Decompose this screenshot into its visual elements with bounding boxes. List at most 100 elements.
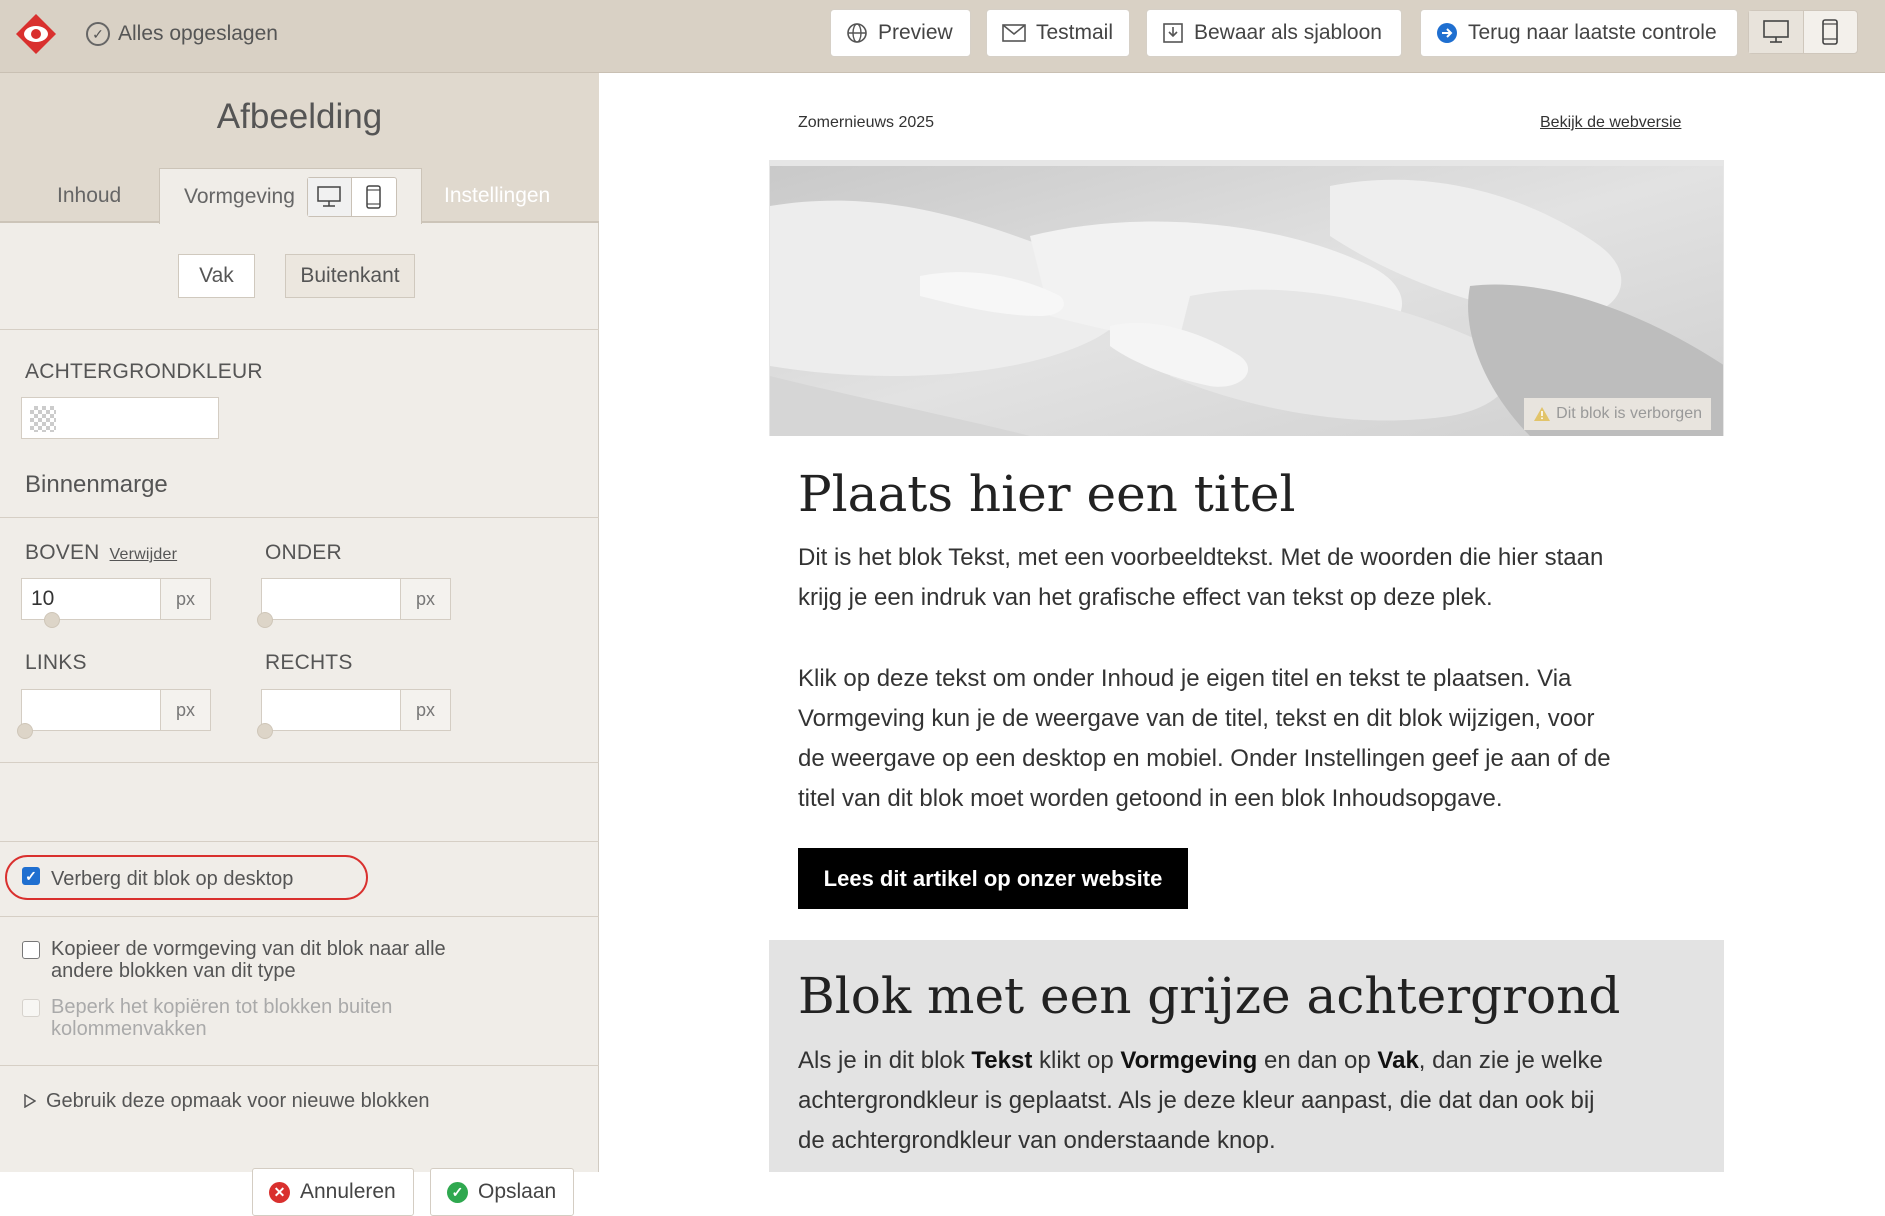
text-run: klikt op xyxy=(1032,1047,1121,1074)
gray-block-title[interactable]: Blok met een grijze achtergrond xyxy=(798,967,1620,1025)
bold-text: Tekst xyxy=(971,1047,1033,1074)
tab-design[interactable]: Vormgeving xyxy=(159,168,422,224)
segment-box[interactable]: Vak xyxy=(178,254,255,298)
remove-padding-link[interactable]: Verwijder xyxy=(110,546,178,563)
padding-right-input[interactable] xyxy=(261,689,401,731)
mobile-style-button[interactable] xyxy=(352,178,396,216)
block-paragraph-1[interactable]: Dit is het blok Tekst, met een voorbeeld… xyxy=(798,538,1698,618)
transparent-swatch xyxy=(30,406,56,432)
globe-icon xyxy=(846,22,868,44)
padding-right-unit: px xyxy=(401,689,451,731)
paragraph-line: Als je in dit blok Tekst klikt op Vormge… xyxy=(798,1041,1698,1081)
padding-bottom-unit: px xyxy=(401,578,451,620)
save-label: Opslaan xyxy=(478,1180,557,1203)
padding-bottom-field: px xyxy=(261,578,451,620)
web-version-link[interactable]: Bekijk de webversie xyxy=(1540,114,1681,132)
back-to-last-check-button[interactable]: Terug naar laatste controle xyxy=(1420,9,1738,57)
cancel-label: Annuleren xyxy=(300,1180,396,1203)
mail-icon xyxy=(1002,24,1026,42)
use-for-new-blocks-label: Gebruik deze opmaak voor nieuwe blokken xyxy=(46,1090,430,1112)
check-icon: ✓ xyxy=(447,1181,468,1203)
warning-icon xyxy=(1534,407,1551,421)
top-bar: ✓ Alles opgeslagen Preview Testmail Bewa… xyxy=(0,0,1885,73)
padding-left-slider-handle[interactable] xyxy=(17,723,33,739)
desktop-icon xyxy=(1762,20,1789,43)
read-article-button[interactable]: Lees dit artikel op onzer website xyxy=(798,848,1188,909)
device-toggle xyxy=(1748,10,1858,54)
divider xyxy=(0,517,599,518)
save-button[interactable]: ✓ Opslaan xyxy=(430,1168,574,1216)
text-run: Als je in dit blok xyxy=(798,1047,972,1074)
copy-style-label-line1: Kopieer de vormgeving van dit blok naar … xyxy=(51,938,446,960)
limit-copy-label-line2: kolommenvakken xyxy=(51,1018,207,1040)
mobile-icon xyxy=(366,184,382,209)
padding-right-label: RECHTS xyxy=(265,651,353,674)
save-as-template-button[interactable]: Bewaar als sjabloon xyxy=(1146,9,1402,57)
preview-button[interactable]: Preview xyxy=(830,9,971,57)
paragraph-line: de weergave op een desktop en mobiel. On… xyxy=(798,745,1611,772)
tab-device-toggle xyxy=(306,176,397,217)
padding-left-unit: px xyxy=(161,689,211,731)
preview-label: Preview xyxy=(878,21,953,44)
segment-outside[interactable]: Buitenkant xyxy=(285,254,415,298)
divider xyxy=(0,1065,599,1066)
padding-top-input[interactable]: 10 xyxy=(21,578,161,620)
triangle-right-icon xyxy=(24,1094,36,1108)
hide-on-desktop-checkbox[interactable]: ✓ xyxy=(22,867,40,885)
limit-copy-label: Beperk het kopiëren tot blokken buiten k… xyxy=(51,996,392,1040)
divider xyxy=(0,762,599,763)
newsletter-name: Zomernieuws 2025 xyxy=(798,114,935,131)
image-block[interactable]: Dit blok is verborgen xyxy=(769,160,1724,436)
background-color-label: ACHTERGRONDKLEUR xyxy=(25,360,263,383)
hands-image xyxy=(770,166,1723,436)
block-paragraph-2[interactable]: Klik op deze tekst om onder Inhoud je ei… xyxy=(798,659,1698,819)
mobile-icon xyxy=(1822,19,1839,45)
padding-bottom-slider-handle[interactable] xyxy=(257,612,273,628)
padding-right-slider-handle[interactable] xyxy=(257,723,273,739)
tab-content[interactable]: Inhoud xyxy=(57,168,121,223)
desktop-view-button[interactable] xyxy=(1749,11,1804,53)
properties-panel: Afbeelding Inhoud Vormgeving Instellinge… xyxy=(0,73,599,1216)
limit-copy-label-line1: Beperk het kopiëren tot blokken buiten xyxy=(51,996,393,1018)
paragraph-line: Klik op deze tekst om onder Inhoud je ei… xyxy=(798,665,1572,692)
use-for-new-blocks-toggle[interactable]: Gebruik deze opmaak voor nieuwe blokken xyxy=(24,1090,430,1112)
save-template-icon xyxy=(1162,22,1184,44)
paragraph-line: titel van dit blok moet worden getoond i… xyxy=(798,785,1503,812)
check-circle-icon: ✓ xyxy=(86,22,110,46)
padding-top-slider-handle[interactable] xyxy=(44,612,60,628)
copy-style-label-line2: andere blokken van dit type xyxy=(51,960,296,982)
divider xyxy=(0,916,599,917)
gray-block-paragraph[interactable]: Als je in dit blok Tekst klikt op Vormge… xyxy=(798,1041,1698,1161)
testmail-label: Testmail xyxy=(1036,21,1114,44)
limit-copy-checkbox[interactable] xyxy=(22,999,40,1017)
testmail-button[interactable]: Testmail xyxy=(986,9,1130,57)
copy-style-label: Kopieer de vormgeving van dit blok naar … xyxy=(51,938,446,982)
padding-left-field: px xyxy=(21,689,211,731)
divider xyxy=(0,841,599,842)
panel-title: Afbeelding xyxy=(216,97,383,136)
logo-icon[interactable] xyxy=(14,12,58,56)
padding-top-label: BOVEN Verwijder xyxy=(25,541,177,565)
padding-top-label-text: BOVEN xyxy=(25,541,100,564)
save-status: ✓ Alles opgeslagen xyxy=(86,20,278,48)
hidden-block-badge: Dit blok is verborgen xyxy=(1524,398,1711,430)
background-color-field[interactable] xyxy=(21,397,219,439)
padding-top-unit: px xyxy=(161,578,211,620)
bold-text: Vak xyxy=(1377,1047,1419,1074)
copy-style-checkbox[interactable] xyxy=(22,941,40,959)
save-status-label: Alles opgeslagen xyxy=(118,22,278,45)
desktop-icon xyxy=(317,185,342,207)
paragraph-line: krijg je een indruk van het grafische ef… xyxy=(798,584,1493,611)
tab-design-label: Vormgeving xyxy=(184,184,295,208)
block-title[interactable]: Plaats hier een titel xyxy=(798,465,1296,523)
tab-settings[interactable]: Instellingen xyxy=(444,168,550,223)
paragraph-line: Dit is het blok Tekst, met een voorbeeld… xyxy=(798,544,1604,571)
padding-bottom-input[interactable] xyxy=(261,578,401,620)
mobile-view-button[interactable] xyxy=(1804,11,1858,53)
arrow-right-circle-icon xyxy=(1436,22,1458,44)
padding-left-input[interactable] xyxy=(21,689,161,731)
cancel-button[interactable]: ✕ Annuleren xyxy=(252,1168,414,1216)
hidden-block-label: Dit blok is verborgen xyxy=(1556,405,1702,422)
padding-bottom-label: ONDER xyxy=(265,541,342,564)
desktop-style-button[interactable] xyxy=(307,177,352,216)
